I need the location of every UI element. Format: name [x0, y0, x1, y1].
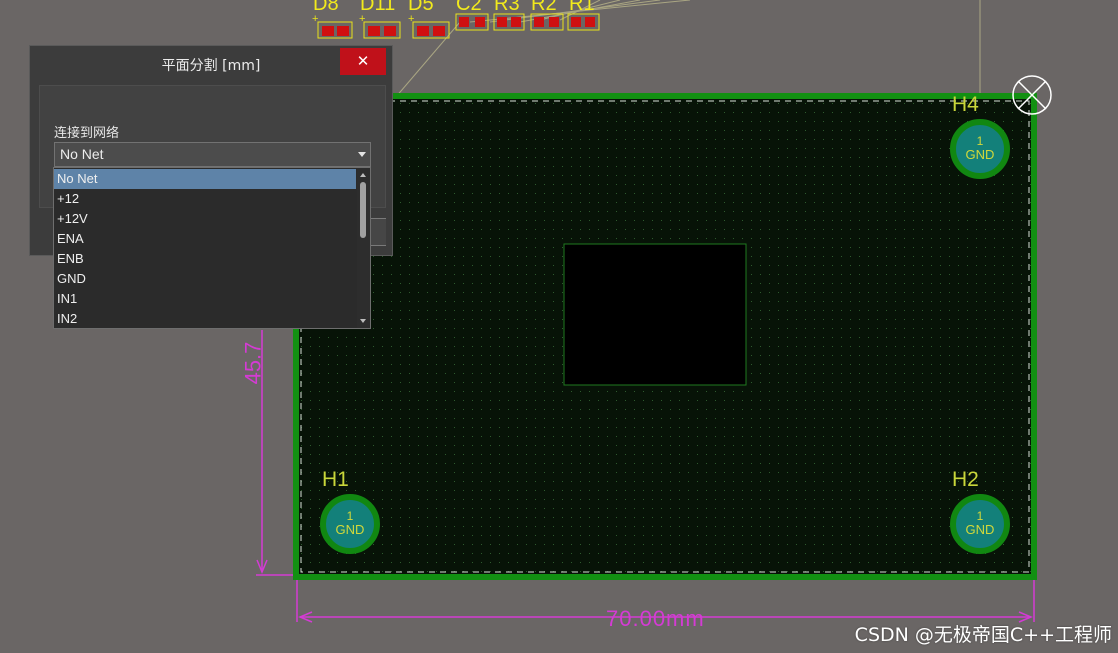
hole-label-h4: H4 — [952, 93, 979, 116]
net-option-in2[interactable]: IN2 — [54, 309, 356, 329]
component-label-r1: R1 — [569, 0, 595, 15]
pcb-board — [293, 93, 1037, 580]
scrollbar-thumb[interactable] — [360, 182, 366, 238]
pad-net: GND — [335, 522, 365, 537]
net-select-value: No Net — [60, 146, 104, 162]
dropdown-scrollbar[interactable] — [357, 168, 370, 328]
net-option-gnd[interactable]: GND — [54, 269, 356, 289]
top-components: + + + — [312, 13, 600, 39]
net-select[interactable]: No Net — [54, 142, 371, 167]
net-option-no-net[interactable]: No Net — [54, 169, 356, 189]
mounting-hole-h4[interactable]: 1 GND — [950, 119, 1010, 179]
connect-to-net-label: 连接到网络 — [54, 126, 120, 141]
net-option-in1[interactable]: IN1 — [54, 289, 356, 309]
pad-net: GND — [965, 147, 995, 162]
component-label-d8: D8 — [313, 0, 339, 15]
net-option-ena[interactable]: ENA — [54, 229, 356, 249]
close-icon: ✕ — [356, 52, 370, 70]
mounting-hole-h1[interactable]: 1 GND — [320, 494, 380, 554]
chevron-down-icon[interactable] — [358, 152, 366, 157]
pad-net: GND — [965, 522, 995, 537]
component-d11 — [363, 21, 401, 39]
hole-label-h1: H1 — [322, 468, 349, 491]
scroll-down-icon[interactable] — [360, 319, 366, 323]
component-d5 — [412, 21, 450, 39]
net-option-plus12v[interactable]: +12V — [54, 209, 356, 229]
net-option-plus12[interactable]: +12 — [54, 189, 356, 209]
component-label-d11: D11 — [360, 0, 396, 15]
mounting-hole-h2[interactable]: 1 GND — [950, 494, 1010, 554]
watermark: CSDN @无极帝国C++工程师 — [854, 624, 1112, 646]
component-r1 — [567, 13, 600, 31]
dimension-width-text: 70.00mm — [606, 606, 705, 631]
dialog-title: 平面分割 [mm] — [161, 58, 261, 74]
pad-number: 1 — [976, 134, 984, 148]
component-label-d5: D5 — [408, 0, 434, 15]
component-label-r3: R3 — [494, 0, 520, 15]
close-button[interactable]: ✕ — [340, 48, 386, 75]
component-d8 — [317, 21, 353, 39]
component-r3 — [493, 13, 525, 31]
hole-label-h2: H2 — [952, 468, 979, 491]
component-label-c2: C2 — [456, 0, 482, 15]
component-label-r2: R2 — [531, 0, 557, 15]
net-option-enb[interactable]: ENB — [54, 249, 356, 269]
net-dropdown-list[interactable]: No Net +12 +12V ENA ENB GND IN1 IN2 — [53, 167, 371, 329]
pad-number: 1 — [976, 509, 984, 523]
dialog-button[interactable] — [370, 218, 386, 246]
dimension-height-text: 45.7 — [240, 341, 266, 385]
pad-number: 1 — [346, 509, 354, 523]
scroll-up-icon[interactable] — [360, 173, 366, 177]
